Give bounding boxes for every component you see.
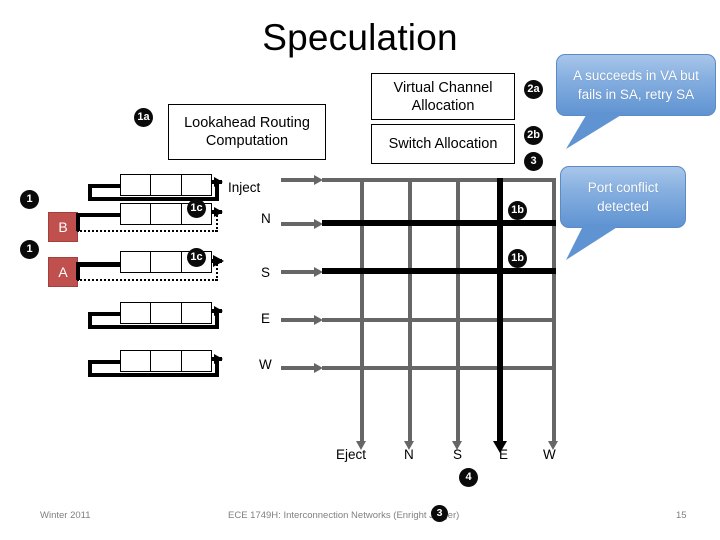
badge-1b-row-n: 1b xyxy=(508,201,527,220)
callout-va-sa-tail xyxy=(566,112,626,149)
feed-arrow-n-line xyxy=(281,222,315,226)
badge-1a: 1a xyxy=(134,108,153,127)
badge-1-a: 1 xyxy=(20,240,39,259)
footer-center: ECE 1749H: Interconnection Networks (Enr… xyxy=(228,510,460,521)
crossbar-col-n xyxy=(408,178,412,443)
output-port-label-eject: Eject xyxy=(336,447,367,462)
badge-2a: 2a xyxy=(524,80,543,99)
crossbar-col-w xyxy=(552,178,556,443)
output-port-label-n: N xyxy=(404,447,414,462)
switch-allocation-box[interactable]: Switch Allocation xyxy=(371,124,515,164)
flit-b[interactable]: B xyxy=(48,212,78,242)
feed-arrow-inject-line xyxy=(281,178,315,182)
footer-page-number: 15 xyxy=(676,510,687,521)
badge-2b: 2b xyxy=(524,126,543,145)
badge-4: 4 xyxy=(459,468,478,487)
badge-1c-row2: 1c xyxy=(187,199,206,218)
badge-3-footer: 3 xyxy=(431,505,448,522)
crossbar-col-e-active xyxy=(497,178,503,443)
output-port-label-s: S xyxy=(453,447,463,462)
badge-1b-row-s: 1b xyxy=(508,249,527,268)
callout-port-conflict-tail xyxy=(566,224,622,260)
fifo-cells-4 xyxy=(120,302,212,324)
badge-1c-row3: 1c xyxy=(187,248,206,267)
input-port-label-inject: Inject xyxy=(228,180,261,195)
callout-port-conflict: Port conflict detected xyxy=(560,166,686,228)
badge-1-b: 1 xyxy=(20,190,39,209)
fifo-cells-5 xyxy=(120,350,212,372)
fifo-cells-1 xyxy=(120,174,212,196)
crossbar-row-e xyxy=(322,318,556,322)
feed-arrow-w-line xyxy=(281,366,315,370)
flit-a[interactable]: A xyxy=(48,257,78,287)
crossbar-row-inject xyxy=(322,178,556,182)
input-port-label-s: S xyxy=(261,265,271,280)
crossbar-col-s xyxy=(456,178,460,443)
input-port-label-w: W xyxy=(259,357,272,372)
input-port-label-n: N xyxy=(261,211,271,226)
callout-va-sa: A succeeds in VA but fails in SA, retry … xyxy=(556,54,716,116)
crossbar-row-w xyxy=(322,366,556,370)
lookahead-routing-computation-box[interactable]: Lookahead Routing Computation xyxy=(168,104,326,160)
footer-left: Winter 2011 xyxy=(40,510,91,521)
crossbar-row-n-active xyxy=(322,220,556,226)
input-port-label-e: E xyxy=(261,311,271,326)
feed-arrow-e-line xyxy=(281,318,315,322)
output-port-label-e: E xyxy=(499,447,509,462)
output-port-label-w: W xyxy=(543,447,556,462)
virtual-channel-allocation-box[interactable]: Virtual Channel Allocation xyxy=(371,73,515,120)
feed-arrow-s-line xyxy=(281,270,315,274)
crossbar-col-eject xyxy=(360,178,364,443)
badge-3-pipeline: 3 xyxy=(524,152,543,171)
crossbar-row-s-active xyxy=(322,268,556,274)
